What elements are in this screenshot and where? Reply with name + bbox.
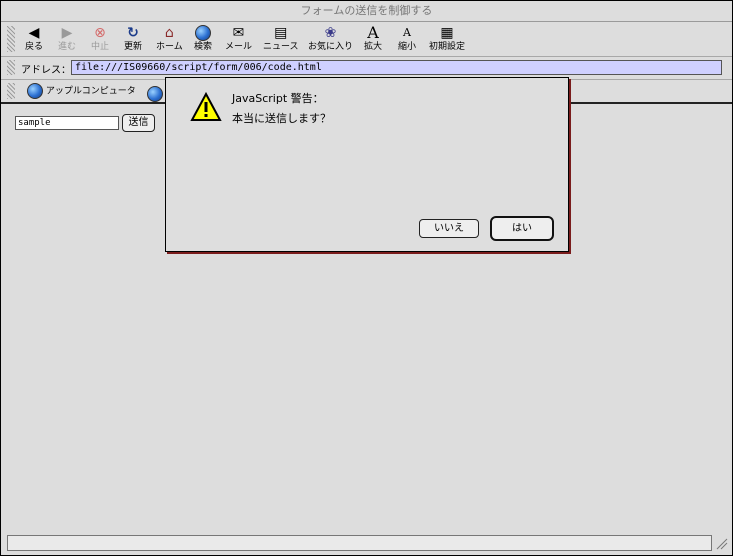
stop-label: 中止 [91, 42, 110, 52]
globe-icon [27, 83, 43, 99]
mailbox-icon: ✉ [232, 25, 245, 41]
warning-icon [190, 92, 222, 121]
smaller-text-button[interactable]: A 縮小 [398, 24, 416, 53]
larger-label: 拡大 [364, 42, 383, 52]
mail-label: メール [225, 42, 253, 52]
home-label: ホーム [156, 42, 183, 52]
javascript-alert-dialog: JavaScript 警告： 本当に送信します？ いいえ はい [165, 77, 569, 252]
globe-icon [147, 85, 163, 102]
forward-label: 進む [58, 42, 77, 52]
ok-button[interactable]: はい [490, 216, 554, 241]
back-button[interactable]: ◀ 戻る [25, 24, 43, 53]
dialog-title: JavaScript 警告： [232, 92, 324, 105]
preferences-button[interactable]: ▦ 初期設定 [429, 24, 465, 53]
larger-text-button[interactable]: A 拡大 [364, 24, 382, 53]
favorites-button[interactable]: ❀ お気に入り [308, 24, 353, 53]
title-bar: フォームの送信を制御する [1, 1, 732, 22]
preferences-label: 初期設定 [429, 42, 466, 52]
reload-label: 更新 [124, 42, 143, 52]
resize-handle[interactable] [713, 535, 729, 551]
favorites-label: お気に入り [308, 42, 354, 52]
news-icon: ▤ [274, 25, 288, 41]
mail-button[interactable]: ✉ メール [225, 24, 252, 53]
horizontal-scrollbar[interactable] [7, 535, 712, 551]
news-button[interactable]: ▤ ニュース [263, 24, 299, 53]
links-grip[interactable] [7, 83, 15, 99]
smaller-text-icon: A [403, 26, 411, 39]
address-grip[interactable] [7, 60, 15, 75]
address-label: アドレス： [21, 65, 71, 76]
forward-button[interactable]: ▶ 進む [58, 24, 76, 53]
forward-arrow-icon: ▶ [61, 25, 73, 41]
stop-icon: ⊗ [94, 25, 106, 41]
globe-search-icon [194, 24, 212, 42]
dialog-message: 本当に送信します？ [232, 112, 331, 125]
search-button[interactable]: 検索 [194, 24, 212, 53]
smaller-label: 縮小 [398, 42, 417, 52]
link-apple[interactable]: アップルコンピュータ [27, 83, 136, 100]
text-input[interactable]: sample [15, 116, 119, 130]
resize-grip-icon [716, 538, 728, 550]
larger-text-icon: A [367, 23, 379, 42]
toolbar: ◀ 戻る ▶ 進む ⊗ 中止 ↻ 更新 ⌂ ホーム 検索 ✉ メール ▤ ニュー… [1, 22, 732, 57]
address-field[interactable]: file:///IS09660/script/form/006/code.htm… [71, 60, 722, 75]
search-label: 検索 [194, 42, 213, 52]
link-2[interactable] [147, 83, 163, 102]
browser-window: フォームの送信を制御する ◀ 戻る ▶ 進む ⊗ 中止 ↻ 更新 ⌂ ホーム 検… [0, 0, 733, 556]
cancel-button[interactable]: いいえ [419, 219, 479, 238]
link-apple-label: アップルコンピュータ [45, 86, 136, 97]
reload-icon: ↻ [127, 25, 139, 41]
news-label: ニュース [263, 42, 299, 52]
reload-button[interactable]: ↻ 更新 [124, 24, 142, 53]
home-icon: ⌂ [164, 25, 174, 41]
stop-button[interactable]: ⊗ 中止 [91, 24, 109, 53]
submit-button[interactable]: 送信 [122, 114, 155, 132]
home-button[interactable]: ⌂ ホーム [156, 24, 183, 53]
back-label: 戻る [25, 42, 44, 52]
favorites-folder-icon: ❀ [324, 25, 337, 41]
toolbar-grip[interactable] [7, 26, 15, 52]
window-title: フォームの送信を制御する [300, 4, 433, 17]
preferences-icon: ▦ [440, 25, 454, 41]
back-arrow-icon: ◀ [28, 25, 40, 41]
